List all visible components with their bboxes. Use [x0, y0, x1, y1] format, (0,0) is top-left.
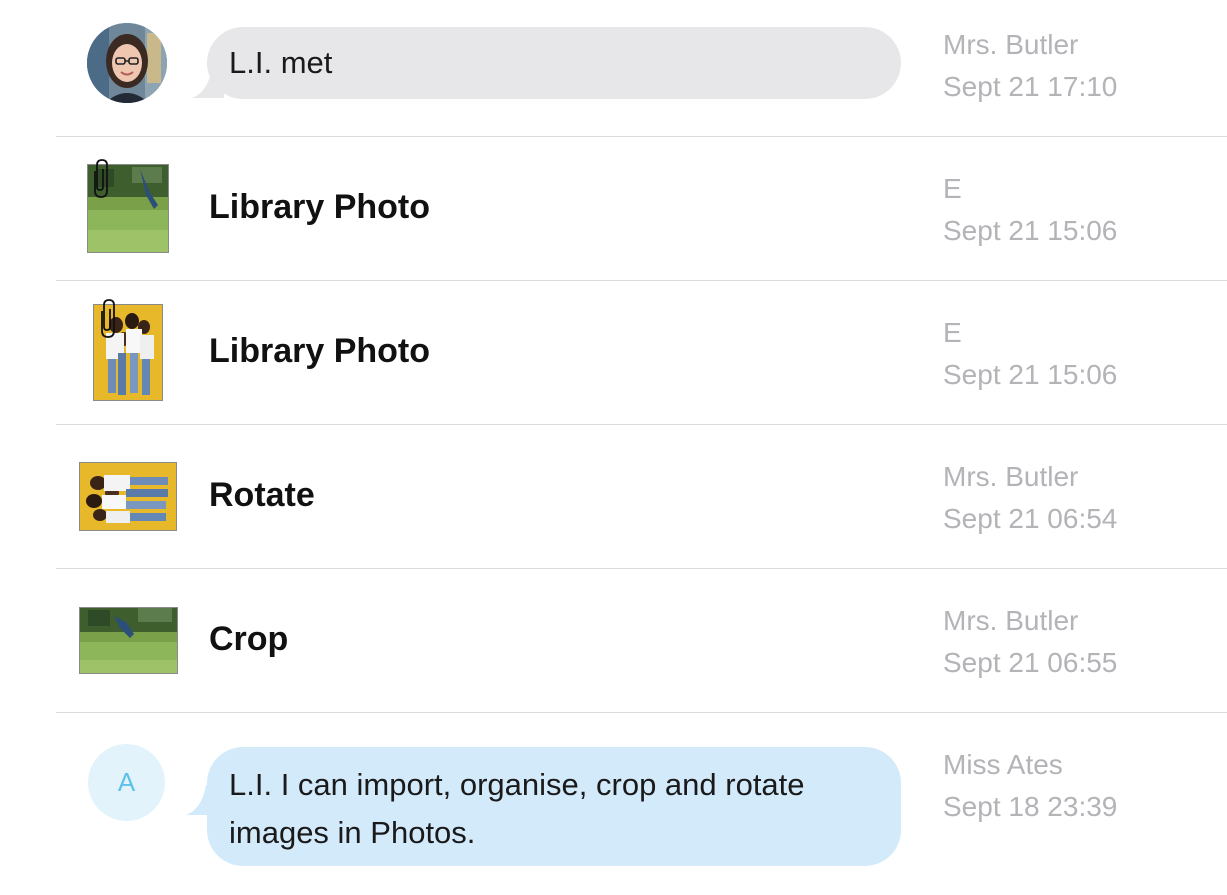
message-bubble[interactable]: L.I. I can import, organise, crop and ro… [207, 747, 901, 866]
post-title: Rotate [209, 476, 315, 514]
author-name: E [943, 317, 962, 348]
paperclip-icon [94, 159, 108, 198]
author-name: Miss Ates [943, 749, 1063, 780]
author-name: Mrs. Butler [943, 29, 1079, 60]
timestamp: Sept 18 23:39 [943, 791, 1118, 822]
message-meta: Miss Ates Sept 18 23:39 [943, 744, 1117, 828]
feed-item-post[interactable]: Library Photo E Sept 21 15:06 [0, 137, 1227, 281]
message-meta: Mrs. Butler Sept 21 06:54 [943, 456, 1117, 540]
feed-item-chat[interactable]: L.I. met Mrs. Butler Sept 21 17:10 [0, 0, 1227, 144]
author-name: Mrs. Butler [943, 461, 1079, 492]
message-text: L.I. met [229, 45, 333, 80]
post-title: Crop [209, 620, 289, 658]
timestamp: Sept 21 17:10 [943, 71, 1118, 102]
message-feed: L.I. met Mrs. Butler Sept 21 17:10 Libra… [0, 0, 1227, 895]
timestamp: Sept 21 15:06 [943, 215, 1118, 246]
rotated-group-icon [79, 462, 177, 531]
message-bubble[interactable]: L.I. met [207, 27, 901, 99]
timestamp: Sept 21 15:06 [943, 359, 1118, 390]
author-name: E [943, 173, 962, 204]
message-meta: E Sept 21 15:06 [943, 168, 1117, 252]
avatar: A [88, 744, 165, 821]
author-name: Mrs. Butler [943, 605, 1079, 636]
message-meta: Mrs. Butler Sept 21 17:10 [943, 24, 1117, 108]
message-meta: Mrs. Butler Sept 21 06:55 [943, 600, 1117, 684]
post-title: Library Photo [209, 188, 431, 226]
message-meta: E Sept 21 15:06 [943, 312, 1117, 396]
post-title: Library Photo [209, 332, 431, 370]
message-text-line: images in Photos. [229, 815, 476, 850]
feed-item-chat[interactable]: A L.I. I can import, organise, crop and … [0, 713, 1227, 895]
teacher-photo-icon [87, 23, 167, 103]
timestamp: Sept 21 06:54 [943, 503, 1118, 534]
message-text-line: L.I. I can import, organise, crop and ro… [229, 767, 805, 802]
teacher-avatar [87, 23, 167, 103]
feed-item-post[interactable]: Crop Mrs. Butler Sept 21 06:55 [0, 569, 1227, 713]
timestamp: Sept 21 06:55 [943, 647, 1118, 678]
feed-item-post[interactable]: Rotate Mrs. Butler Sept 21 06:54 [0, 425, 1227, 569]
cropped-grass-icon [79, 607, 178, 674]
feed-item-post[interactable]: Library Photo E Sept 21 15:06 [0, 281, 1227, 425]
paperclip-icon [101, 299, 115, 338]
